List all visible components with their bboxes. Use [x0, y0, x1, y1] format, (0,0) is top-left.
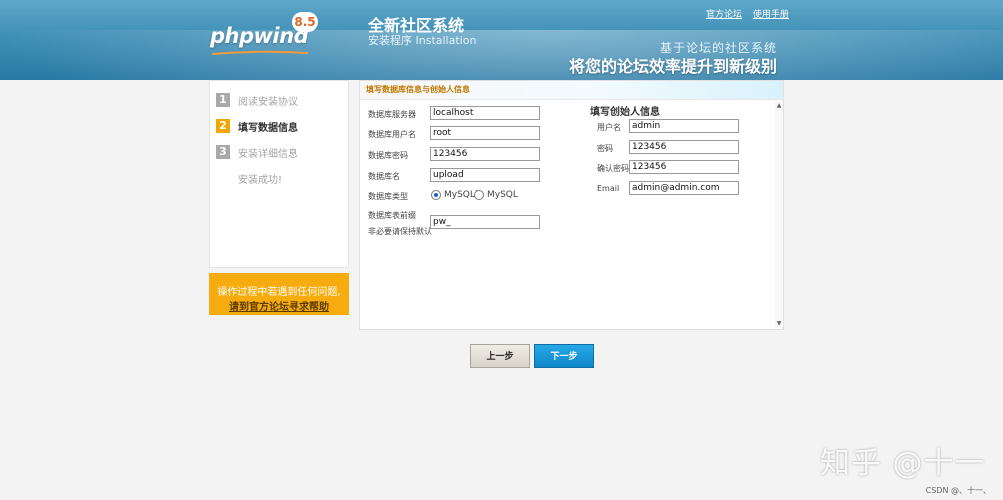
- version-badge: 8.5: [292, 12, 318, 32]
- step-number: 1: [216, 93, 230, 107]
- panel-scrollbar[interactable]: ▲ ▼: [775, 100, 783, 328]
- admin-username-label: 用户名: [597, 123, 621, 132]
- db-prefix-label: 数据库表前缀: [368, 211, 416, 220]
- step-label: 填写数据信息: [238, 122, 298, 134]
- step-label: 安装详细信息: [238, 148, 298, 160]
- admin-email-label: Email: [597, 184, 620, 193]
- step-read-agreement: 1 阅读安装协议: [216, 91, 298, 109]
- db-name-label: 数据库名: [368, 172, 400, 181]
- db-type-mysql-label: MySQL: [487, 190, 518, 200]
- zhihu-watermark: 知乎 @十一: [820, 446, 986, 481]
- install-steps-sidebar: 1 阅读安装协议 2 填写数据信息 3 安装详细信息 安装成功!: [209, 80, 349, 268]
- admin-confirm-input[interactable]: [629, 160, 739, 174]
- step-number: 3: [216, 145, 230, 159]
- db-name-input[interactable]: [430, 168, 540, 182]
- step-fill-data: 2 填写数据信息: [216, 117, 298, 135]
- radio-checked-icon[interactable]: [431, 190, 441, 200]
- db-user-label: 数据库用户名: [368, 130, 416, 139]
- scroll-up-arrow-icon[interactable]: ▲: [776, 102, 782, 109]
- db-type-mysqli-option[interactable]: MySQLi: [431, 190, 477, 200]
- help-text: 操作过程中若遇到任何问题,: [217, 287, 341, 298]
- step-number: 2: [216, 119, 230, 133]
- csdn-watermark: CSDN @、十一、: [925, 486, 991, 495]
- next-step-button[interactable]: 下一步: [534, 344, 594, 368]
- admin-email-input[interactable]: [629, 181, 739, 195]
- db-password-label: 数据库密码: [368, 151, 408, 160]
- admin-password-label: 密码: [597, 144, 613, 153]
- top-links: 官方论坛 使用手册: [706, 7, 797, 20]
- help-box: 操作过程中若遇到任何问题, 请到官方论坛寻求帮助: [209, 273, 349, 315]
- db-type-mysqli-label: MySQLi: [444, 190, 478, 200]
- db-server-input[interactable]: [430, 106, 540, 120]
- radio-unchecked-icon[interactable]: [474, 190, 484, 200]
- db-server-label: 数据库服务器: [368, 110, 416, 119]
- link-user-manual[interactable]: 使用手册: [753, 10, 789, 20]
- panel-heading: 填写数据库信息与创始人信息: [360, 81, 783, 100]
- product-subtitle: 安装程序 Installation: [368, 34, 477, 47]
- step-install-details: 3 安装详细信息: [216, 143, 298, 161]
- db-type-mysql-option[interactable]: MySQL: [474, 190, 518, 200]
- logo-swoosh-icon: [211, 50, 309, 55]
- db-password-input[interactable]: [430, 147, 540, 161]
- admin-section-title: 填写创始人信息: [590, 107, 660, 118]
- help-link[interactable]: 请到官方论坛寻求帮助: [209, 298, 349, 313]
- admin-username-input[interactable]: [629, 119, 739, 133]
- admin-password-input[interactable]: [629, 140, 739, 154]
- link-official-forum[interactable]: 官方论坛: [706, 10, 742, 20]
- step-label: 安装成功!: [238, 174, 283, 186]
- scroll-down-arrow-icon[interactable]: ▼: [776, 320, 782, 327]
- db-prefix-note: 非必要请保持默认: [368, 227, 432, 236]
- step-install-success: 安装成功!: [238, 169, 282, 187]
- db-user-input[interactable]: [430, 126, 540, 140]
- slogan-big: 将您的论坛效率提升到新级别: [568, 57, 777, 76]
- previous-step-button[interactable]: 上一步: [470, 344, 530, 368]
- header-banner: phpwind 8.5 全新社区系统 安装程序 Installation 官方论…: [0, 0, 1003, 80]
- form-panel: 填写数据库信息与创始人信息 数据库服务器 数据库用户名 数据库密码 数据库名 数…: [359, 80, 784, 330]
- phpwind-logo[interactable]: phpwind 8.5: [210, 12, 320, 60]
- step-label: 阅读安装协议: [238, 96, 298, 108]
- admin-confirm-label: 确认密码: [597, 164, 629, 173]
- db-type-label: 数据库类型: [368, 192, 408, 201]
- db-prefix-input[interactable]: [430, 215, 540, 229]
